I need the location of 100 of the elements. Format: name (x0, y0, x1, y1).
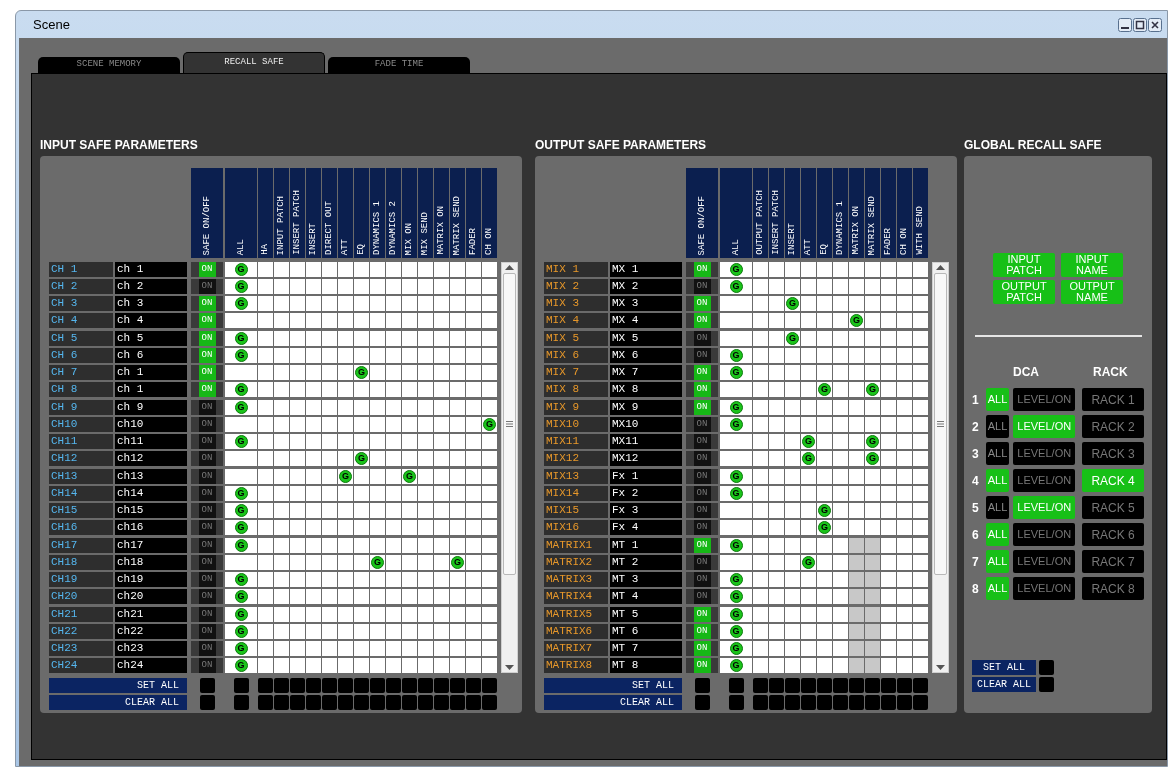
safe-on-button[interactable]: ON (198, 641, 216, 656)
parameter-cell[interactable]: G (225, 658, 257, 673)
dca-level-on-button[interactable]: LEVEL/ON (1013, 577, 1076, 600)
safe-on-button[interactable]: ON (198, 365, 216, 380)
parameter-cell[interactable]: G (720, 365, 752, 380)
safe-on-button[interactable]: ON (198, 400, 216, 415)
parameter-cell[interactable]: G (849, 313, 864, 328)
safe-on-button[interactable]: ON (693, 296, 711, 311)
safe-on-button[interactable]: ON (693, 486, 711, 501)
safe-on-button[interactable]: ON (693, 607, 711, 622)
dca-level-on-button[interactable]: LEVEL/ON (1013, 550, 1076, 573)
safe-on-button[interactable]: ON (693, 400, 711, 415)
parameter-cell[interactable]: G (225, 331, 257, 346)
column-button[interactable] (694, 695, 710, 710)
parameter-cell[interactable]: G (801, 451, 816, 466)
safe-on-button[interactable]: ON (693, 658, 711, 673)
parameter-cell[interactable]: G (354, 451, 369, 466)
safe-on-button[interactable]: ON (198, 382, 216, 397)
safe-on-button[interactable]: ON (693, 313, 711, 328)
parameter-cell[interactable]: G (354, 365, 369, 380)
safe-on-button[interactable]: ON (198, 486, 216, 501)
scroll-up-icon[interactable] (936, 265, 945, 270)
global-toggle-button[interactable] (1039, 677, 1054, 692)
parameter-cell[interactable]: G (225, 382, 257, 397)
parameter-cell[interactable]: G (225, 572, 257, 587)
parameter-cell[interactable]: G (225, 348, 257, 363)
parameter-cell[interactable]: G (785, 331, 800, 346)
safe-on-button[interactable]: ON (198, 262, 216, 277)
parameter-cell[interactable]: G (720, 538, 752, 553)
rack-button[interactable]: RACK 3 (1082, 442, 1144, 465)
safe-on-button[interactable]: ON (198, 279, 216, 294)
parameter-cell[interactable]: G (720, 658, 752, 673)
clear-all-button[interactable]: CLEAR ALL (544, 695, 682, 710)
safe-on-button[interactable]: ON (693, 382, 711, 397)
parameter-cell[interactable]: G (865, 451, 880, 466)
parameter-cell[interactable]: G (338, 469, 353, 484)
parameter-cell[interactable]: G (225, 434, 257, 449)
tab[interactable]: RECALL SAFE (183, 52, 325, 73)
dca-all-button[interactable]: ALL (985, 496, 1010, 519)
parameter-cell[interactable]: G (225, 503, 257, 518)
safe-on-button[interactable]: ON (693, 434, 711, 449)
parameter-cell[interactable]: G (865, 434, 880, 449)
parameter-cell[interactable]: G (720, 469, 752, 484)
dca-level-on-button[interactable]: LEVEL/ON (1013, 388, 1076, 411)
rack-button[interactable]: RACK 5 (1082, 496, 1144, 519)
dca-level-on-button[interactable]: LEVEL/ON (1013, 442, 1076, 465)
tab[interactable]: FADE TIME (328, 57, 470, 73)
parameter-cell[interactable]: G (801, 555, 816, 570)
tab[interactable]: SCENE MEMORY (38, 57, 180, 73)
rack-button[interactable]: RACK 8 (1082, 577, 1144, 600)
safe-on-button[interactable]: ON (198, 451, 216, 466)
scroll-down-icon[interactable] (936, 665, 945, 670)
column-button[interactable] (233, 695, 249, 710)
safe-on-button[interactable]: ON (198, 503, 216, 518)
safe-on-button[interactable]: ON (693, 538, 711, 553)
parameter-cell[interactable]: G (225, 520, 257, 535)
dca-all-button[interactable]: ALL (985, 442, 1010, 465)
parameter-cell[interactable]: G (450, 555, 465, 570)
scroll-up-icon[interactable] (505, 265, 514, 270)
rack-button[interactable]: RACK 2 (1082, 415, 1144, 438)
rack-button[interactable]: RACK 7 (1082, 550, 1144, 573)
parameter-cell[interactable]: G (225, 262, 257, 277)
safe-on-button[interactable]: ON (693, 589, 711, 604)
maximize-icon[interactable] (1133, 17, 1147, 32)
scrollbar-thumb[interactable] (934, 273, 947, 575)
safe-on-button[interactable]: ON (198, 348, 216, 363)
parameter-cell[interactable]: G (225, 296, 257, 311)
rack-button[interactable]: RACK 1 (1082, 388, 1144, 411)
parameter-cell[interactable]: G (225, 641, 257, 656)
safe-on-button[interactable]: ON (198, 607, 216, 622)
safe-on-button[interactable]: ON (198, 417, 216, 432)
safe-on-button[interactable]: ON (693, 365, 711, 380)
safe-on-button[interactable]: ON (693, 469, 711, 484)
column-button[interactable] (728, 695, 744, 710)
scrollbar[interactable] (501, 262, 518, 673)
safe-on-button[interactable]: ON (198, 331, 216, 346)
parameter-cell[interactable]: G (720, 624, 752, 639)
set-all-button[interactable]: SET ALL (544, 678, 682, 693)
safe-on-button[interactable]: ON (693, 451, 711, 466)
global-toggle-button[interactable] (1039, 660, 1054, 675)
parameter-cell[interactable]: G (225, 279, 257, 294)
parameter-cell[interactable]: G (817, 520, 832, 535)
parameter-cell[interactable]: G (225, 624, 257, 639)
safe-on-button[interactable]: ON (198, 555, 216, 570)
close-icon[interactable] (1148, 17, 1162, 32)
dca-all-button[interactable]: ALL (985, 415, 1010, 438)
clear-all-button[interactable]: CLEAR ALL (49, 695, 187, 710)
safe-on-button[interactable]: ON (693, 279, 711, 294)
safe-on-button[interactable]: ON (693, 520, 711, 535)
parameter-cell[interactable]: G (865, 382, 880, 397)
minimize-icon[interactable] (1118, 17, 1132, 32)
safe-on-button[interactable]: ON (198, 538, 216, 553)
safe-on-button[interactable]: ON (693, 503, 711, 518)
parameter-cell[interactable]: G (225, 607, 257, 622)
safe-on-button[interactable]: ON (198, 658, 216, 673)
column-button[interactable] (694, 678, 710, 693)
parameter-cell[interactable]: G (225, 486, 257, 501)
parameter-cell[interactable]: G (720, 400, 752, 415)
parameter-cell[interactable]: G (720, 572, 752, 587)
parameter-cell[interactable]: G (225, 400, 257, 415)
